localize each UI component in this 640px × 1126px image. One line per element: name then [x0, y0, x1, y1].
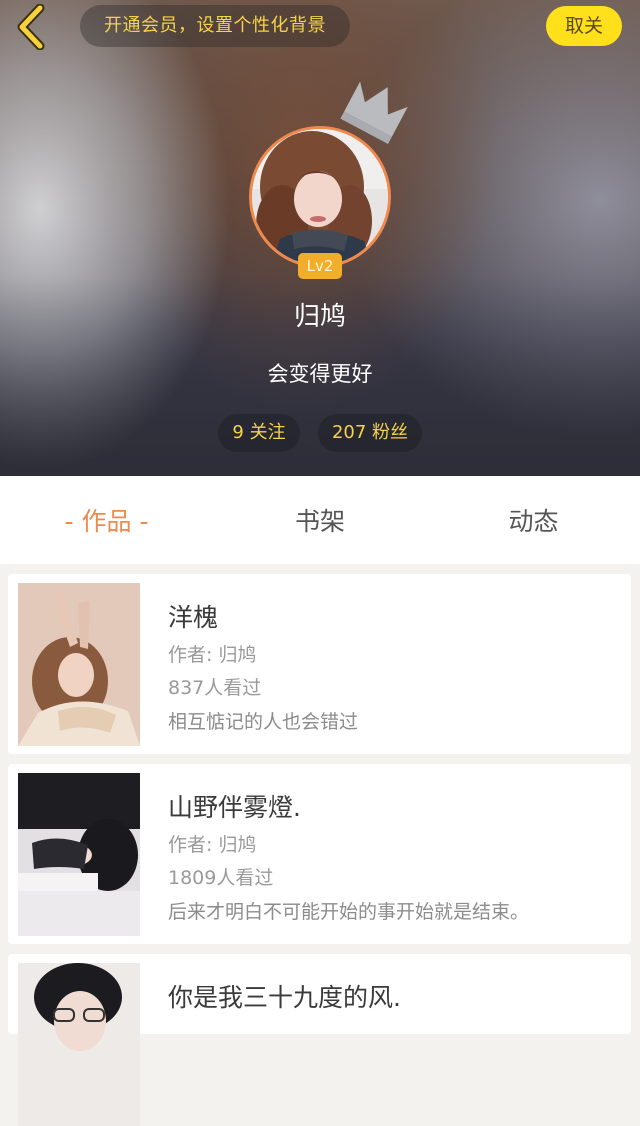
following-count[interactable]: 9 关注: [218, 414, 300, 452]
book-author: 作者: 归鸠: [168, 644, 257, 666]
username: 归鸠: [293, 302, 346, 332]
book-title: 山野伴雾燈.: [168, 793, 301, 822]
tab-bar: - 作品 - 书架 动态: [0, 476, 640, 564]
book-title: 洋槐: [168, 603, 219, 632]
list-item[interactable]: 你是我三十九度的风.: [8, 954, 631, 1126]
book-title: 你是我三十九度的风.: [168, 983, 401, 1012]
level-badge: Lv2: [298, 253, 342, 279]
tab-works[interactable]: - 作品 -: [0, 476, 213, 564]
book-views: 1809人看过: [168, 867, 274, 889]
vip-banner[interactable]: 开通会员，设置个性化背景: [80, 5, 350, 47]
back-button[interactable]: [10, 3, 56, 51]
list-item[interactable]: 洋槐 作者: 归鸠 837人看过 相互惦记的人也会错过: [8, 574, 631, 754]
user-bio: 会变得更好: [267, 362, 373, 386]
book-author: 作者: 归鸠: [168, 834, 257, 856]
back-arrow-icon: [17, 3, 45, 51]
unfollow-button[interactable]: 取关: [546, 6, 622, 46]
book-views: 837人看过: [168, 677, 262, 699]
tab-activity[interactable]: 动态: [427, 476, 640, 564]
book-description: 相互惦记的人也会错过: [168, 711, 359, 733]
tab-bookshelf[interactable]: 书架: [213, 476, 427, 564]
avatar[interactable]: [249, 126, 391, 268]
list-item[interactable]: 山野伴雾燈. 作者: 归鸠 1809人看过 后来才明白不可能开始的事开始就是结束…: [8, 764, 631, 944]
book-cover: [18, 963, 140, 1126]
fans-count[interactable]: 207 粉丝: [318, 414, 422, 452]
book-cover: [18, 773, 140, 936]
book-description: 后来才明白不可能开始的事开始就是结束。: [168, 901, 530, 923]
book-cover: [18, 583, 140, 746]
profile-header: 开通会员，设置个性化背景 取关 Lv2 归鸠 会变得更好 9 关注 207 粉丝: [0, 0, 640, 476]
